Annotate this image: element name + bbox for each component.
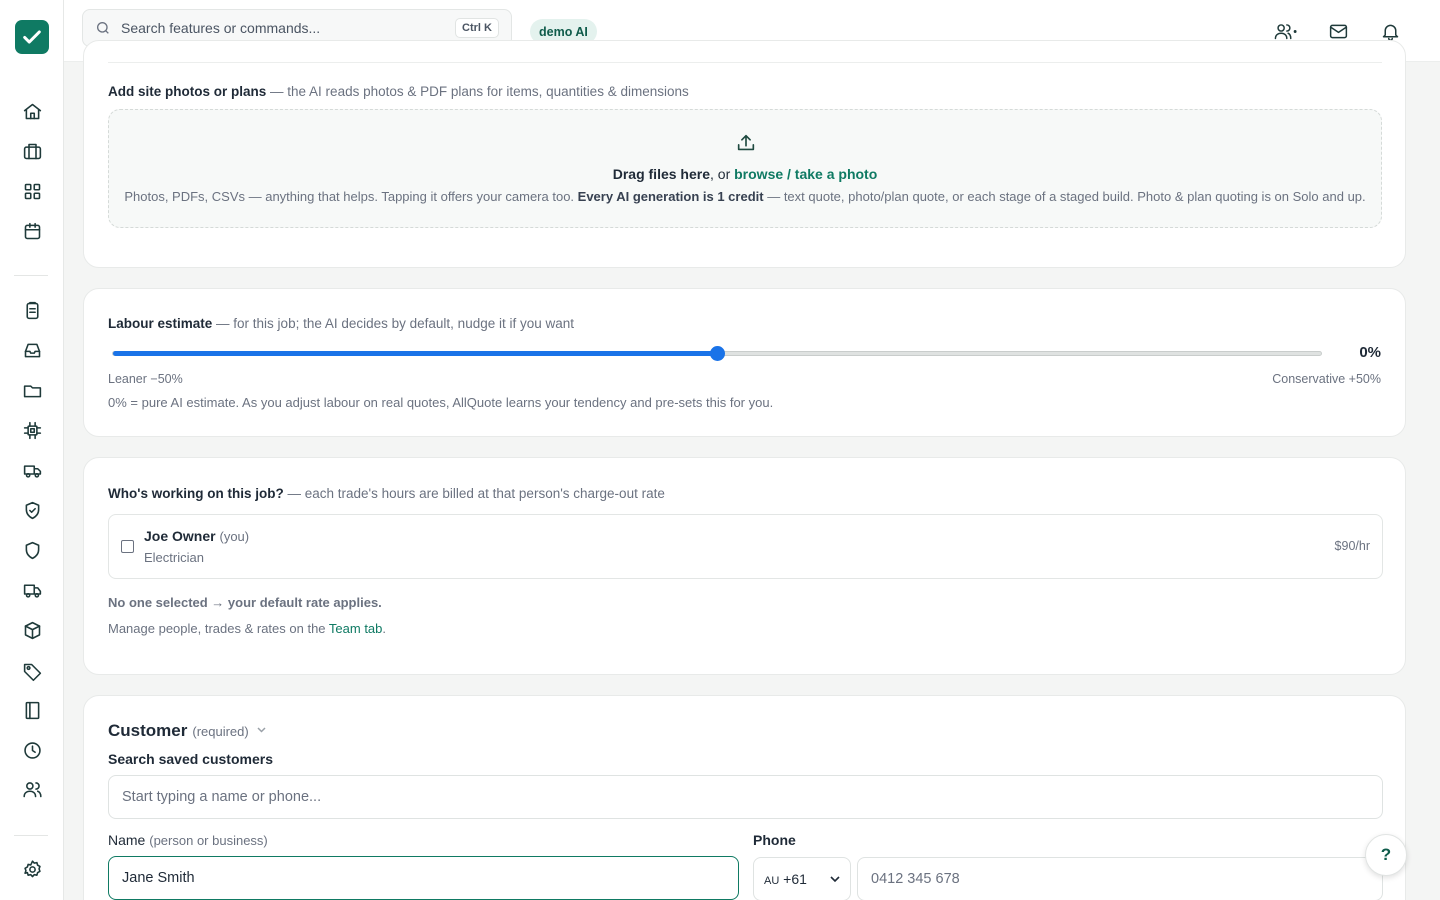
workers-card: Who's working on this job? — each trade'… <box>83 457 1406 675</box>
customer-card: Customer (required) Search saved custome… <box>83 695 1406 900</box>
customer-name-input[interactable]: Jane Smith <box>108 856 739 900</box>
phone-label: Phone <box>753 832 796 848</box>
delivery-truck-icon[interactable] <box>20 578 44 602</box>
inbox-icon[interactable] <box>20 338 44 362</box>
customer-required: (required) <box>192 724 249 739</box>
upload-icon <box>735 132 757 154</box>
nav-divider <box>14 275 48 276</box>
folder-icon[interactable] <box>20 378 44 402</box>
grid-icon[interactable] <box>20 179 44 203</box>
clipboard-icon[interactable] <box>20 298 44 322</box>
workers-subtitle: — each trade's hours are billed at that … <box>287 486 665 501</box>
labour-note: 0% = pure AI estimate. As you adjust lab… <box>108 395 774 410</box>
search-icon <box>97 22 109 34</box>
box-icon[interactable] <box>20 618 44 642</box>
labour-subtitle: — for this job; the AI decides by defaul… <box>216 316 575 331</box>
customer-search-input[interactable]: Start typing a name or phone... <box>108 775 1383 819</box>
team-tab-link[interactable]: Team tab <box>329 621 382 636</box>
slider-max-label: Conservative +50% <box>1272 372 1381 386</box>
upload-title: Add site photos or plans <box>108 84 267 99</box>
manage-suffix: . <box>382 621 387 636</box>
credit-note: Every AI generation is 1 credit <box>577 189 764 204</box>
labour-card: Labour estimate — for this job; the AI d… <box>83 288 1406 437</box>
customer-title: Customer <box>108 721 188 740</box>
name-label: Name (person or business) <box>108 832 268 848</box>
check-logo-icon <box>23 30 41 44</box>
name-hint: (person or business) <box>149 833 268 848</box>
worker-row[interactable]: Joe Owner (you) Electrician $90/hr <box>108 514 1383 579</box>
dropzone-description: Photos, PDFs, CSVs — anything that helps… <box>109 189 1381 204</box>
home-icon[interactable] <box>20 99 44 123</box>
divider <box>108 62 1382 63</box>
book-icon[interactable] <box>20 698 44 722</box>
users-icon[interactable] <box>20 777 44 801</box>
worker-role: Electrician <box>144 550 204 565</box>
chevron-down-icon <box>830 875 840 882</box>
drop-or: , or <box>710 166 735 182</box>
help-button[interactable]: ? <box>1365 834 1407 876</box>
chip-icon[interactable] <box>20 418 44 442</box>
slider-fill <box>113 351 718 356</box>
slider-thumb[interactable] <box>710 346 725 361</box>
file-dropzone[interactable]: Drag files here, or browse / take a phot… <box>108 109 1382 228</box>
chevron-down-icon[interactable] <box>257 720 266 738</box>
customer-name-value: Jane Smith <box>122 870 195 886</box>
name-label-text: Name <box>108 832 146 848</box>
workers-title: Who's working on this job? <box>108 486 284 501</box>
settings-icon[interactable] <box>20 857 44 881</box>
desc-part: — text quote, photo/plan quote, or each … <box>763 189 1366 204</box>
upload-subtitle: — the AI reads photos & PDF plans for it… <box>270 84 689 99</box>
labour-heading: Labour estimate — for this job; the AI d… <box>108 316 574 331</box>
workers-heading: Who's working on this job? — each trade'… <box>108 486 665 501</box>
tag-icon[interactable] <box>20 659 44 683</box>
upload-heading: Add site photos or plans — the AI reads … <box>108 84 689 99</box>
slider-min-label: Leaner −50% <box>108 372 183 386</box>
dropzone-title: Drag files here, or browse / take a phot… <box>109 166 1381 182</box>
labour-slider[interactable] <box>112 346 1322 361</box>
customer-search-placeholder: Start typing a name or phone... <box>122 789 322 805</box>
calendar-icon[interactable] <box>20 219 44 243</box>
shortcut-hint: Ctrl K <box>455 18 499 38</box>
shield-check-icon[interactable] <box>20 498 44 522</box>
worker-rate: $90/hr <box>1334 539 1370 553</box>
manage-prefix: Manage people, trades & rates on the <box>108 621 329 636</box>
customer-heading[interactable]: Customer (required) <box>108 721 266 741</box>
search-placeholder: Search features or commands... <box>121 20 321 36</box>
search-customers-label: Search saved customers <box>108 751 273 767</box>
briefcase-icon[interactable] <box>20 139 44 163</box>
worker-checkbox[interactable] <box>121 540 134 553</box>
labour-value: 0% <box>1359 344 1381 361</box>
country-code-flag: AU <box>764 875 780 887</box>
labour-title: Labour estimate <box>108 316 213 331</box>
upload-card: Add site photos or plans — the AI reads … <box>83 40 1406 268</box>
shield-icon[interactable] <box>20 538 44 562</box>
truck-icon[interactable] <box>20 458 44 482</box>
worker-name-line: Joe Owner (you) <box>144 528 249 544</box>
country-code: AU +61 <box>764 871 807 887</box>
default-rate-note: No one selected → your default rate appl… <box>108 595 382 610</box>
phone-input[interactable]: 0412 345 678 <box>857 857 1383 900</box>
clock-icon[interactable] <box>20 738 44 762</box>
dial-code: +61 <box>783 871 807 887</box>
sidebar <box>0 0 64 900</box>
drop-title: Drag files here <box>612 166 710 182</box>
country-code-select[interactable]: AU +61 <box>753 857 851 900</box>
browse-link[interactable]: browse / take a photo <box>734 166 877 182</box>
worker-you-tag: (you) <box>219 529 250 544</box>
worker-name: Joe Owner <box>144 528 216 544</box>
phone-placeholder: 0412 345 678 <box>871 871 960 887</box>
desc-part: Photos, PDFs, CSVs — anything that helps… <box>124 189 578 204</box>
app-logo[interactable] <box>15 20 49 54</box>
nav-divider <box>14 835 48 836</box>
manage-team-line: Manage people, trades & rates on the Tea… <box>108 621 386 636</box>
